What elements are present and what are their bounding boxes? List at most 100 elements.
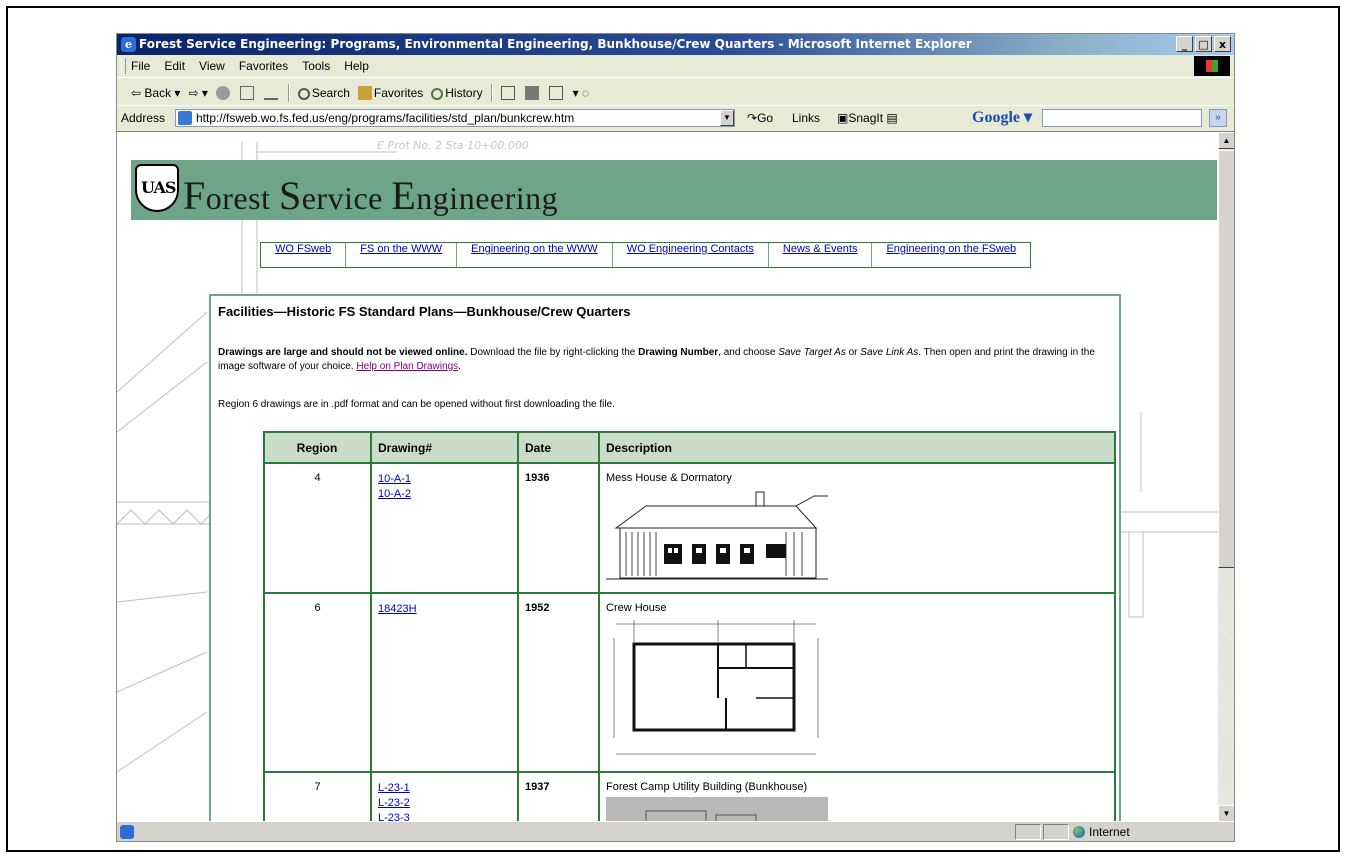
content-panel: Facilities—Historic FS Standard Plans—Bu… bbox=[209, 294, 1121, 822]
drawing-cell: L-23-1 L-23-2 L-23-3 bbox=[370, 771, 519, 822]
drawing-link[interactable]: L-23-1 bbox=[378, 781, 511, 796]
back-button[interactable]: ⇦ Back ▾ bbox=[131, 86, 180, 100]
status-pane bbox=[1043, 824, 1069, 840]
go-arrow-icon: ↷ bbox=[747, 111, 758, 125]
menu-grip bbox=[121, 58, 126, 74]
nav-engineering-on-the-www[interactable]: Engineering on the WWW bbox=[457, 243, 613, 267]
nav-wo-fsweb[interactable]: WO FSweb bbox=[261, 243, 347, 267]
forward-button[interactable]: ⇨ ▾ bbox=[188, 86, 207, 100]
drawing-link[interactable]: 18423H bbox=[378, 602, 511, 617]
region6-note: Region 6 drawings are in .pdf format and… bbox=[218, 399, 615, 410]
nav-fs-on-the-www[interactable]: FS on the WWW bbox=[346, 243, 458, 267]
maximize-button[interactable]: □ bbox=[1195, 36, 1212, 52]
date-cell: 1937 bbox=[517, 771, 600, 822]
menu-help[interactable]: Help bbox=[344, 59, 369, 73]
window-controls: _ □ x bbox=[1176, 36, 1231, 52]
menu-edit[interactable]: Edit bbox=[164, 59, 185, 73]
discuss-icon[interactable]: ▾ ◌ bbox=[573, 86, 590, 100]
title-initial-e: E bbox=[391, 173, 417, 218]
history-icon bbox=[431, 87, 444, 100]
usda-forest-service-shield-logo: UAS bbox=[135, 164, 179, 212]
favorites-button[interactable]: Favorites bbox=[357, 86, 423, 101]
intro-end: . bbox=[458, 361, 461, 372]
table-row: 6 18423H 1952 Crew House bbox=[263, 592, 1116, 773]
intro-text-1: Download the file by right-clicking the bbox=[467, 347, 639, 358]
snagit-label: SnagIt bbox=[848, 111, 884, 125]
menu-tools[interactable]: Tools bbox=[302, 59, 330, 73]
intro-save-target: Save Target As bbox=[778, 347, 846, 358]
menu-file[interactable]: File bbox=[131, 59, 150, 73]
description-text: Mess House & Dormatory bbox=[606, 472, 732, 484]
internet-globe-icon bbox=[1073, 826, 1085, 838]
address-dropdown-button[interactable]: ▼ bbox=[720, 110, 734, 126]
toolbar-separator bbox=[490, 84, 493, 102]
title-initial-s: S bbox=[278, 173, 302, 218]
intro-drawing-number: Drawing Number bbox=[638, 347, 719, 358]
drawing-link[interactable]: 10-A-1 bbox=[378, 472, 511, 487]
home-icon[interactable] bbox=[263, 86, 278, 100]
address-bar: Address http://fsweb.wo.fs.fed.us/eng/pr… bbox=[117, 105, 1234, 131]
zone-label: Internet bbox=[1089, 825, 1130, 839]
intro-save-link: Save Link As bbox=[860, 347, 919, 358]
menu-view[interactable]: View bbox=[199, 59, 225, 73]
print-icon[interactable] bbox=[524, 86, 539, 100]
site-nav: WO FSweb FS on the WWW Engineering on th… bbox=[260, 242, 1032, 268]
scroll-up-button[interactable]: ▲ bbox=[1218, 132, 1234, 149]
go-label: Go bbox=[757, 111, 774, 125]
links-button[interactable]: Links bbox=[792, 111, 820, 125]
history-button[interactable]: History bbox=[431, 86, 483, 100]
edit-icon[interactable] bbox=[548, 86, 563, 100]
google-search-input[interactable] bbox=[1042, 109, 1202, 127]
standard-toolbar: ⇦ Back ▾ ⇨ ▾ Search Favorites History ▾ … bbox=[117, 77, 1234, 106]
description-text: Forest Camp Utility Building (Bunkhouse) bbox=[606, 781, 808, 793]
mess-house-elevation-image bbox=[606, 488, 828, 584]
search-button[interactable]: Search bbox=[297, 86, 350, 100]
vertical-scrollbar[interactable]: ▲ ▼ bbox=[1218, 131, 1234, 822]
help-on-plan-drawings-link[interactable]: Help on Plan Drawings bbox=[356, 361, 458, 372]
back-label: Back bbox=[144, 86, 172, 100]
back-arrow-icon: ⇦ bbox=[131, 86, 145, 100]
table-header-row: Region Drawing# Date Description bbox=[263, 431, 1116, 464]
scroll-down-button[interactable]: ▼ bbox=[1218, 805, 1234, 822]
title-bar: e Forest Service Engineering: Programs, … bbox=[117, 34, 1234, 55]
date-cell: 1952 bbox=[517, 592, 600, 773]
snagit-button[interactable]: ▣SnagIt ▤ bbox=[837, 111, 898, 125]
go-button[interactable]: ↷Go bbox=[747, 111, 773, 125]
utility-building-drawing-image bbox=[606, 797, 828, 822]
drawing-cell: 18423H bbox=[370, 592, 519, 773]
page-viewport: E Prot No. 2 Sta 10+00.000 UAS Forest Se… bbox=[117, 131, 1218, 822]
browser-window: e Forest Service Engineering: Programs, … bbox=[116, 33, 1235, 842]
nav-news-events[interactable]: News & Events bbox=[769, 243, 873, 267]
drawing-link[interactable]: L-23-2 bbox=[378, 796, 511, 811]
status-bar: Internet bbox=[117, 821, 1234, 841]
table-row: 4 10-A-1 10-A-2 1936 Mess House & Dormat… bbox=[263, 462, 1116, 594]
intro-or: or bbox=[845, 347, 861, 358]
window-title: Forest Service Engineering: Programs, En… bbox=[139, 37, 972, 51]
col-description: Description bbox=[598, 431, 1116, 464]
nav-wo-engineering-contacts[interactable]: WO Engineering Contacts bbox=[613, 243, 769, 267]
google-toolbar-logo[interactable]: Google ▾ bbox=[972, 107, 1032, 127]
page-icon bbox=[178, 111, 192, 125]
page-status-icon bbox=[120, 825, 134, 839]
security-zone: Internet bbox=[1073, 825, 1130, 839]
menu-favorites[interactable]: Favorites bbox=[239, 59, 288, 73]
address-label: Address bbox=[121, 111, 166, 125]
status-panes bbox=[1015, 824, 1069, 840]
col-drawing: Drawing# bbox=[370, 431, 519, 464]
toolbar-more-button[interactable]: » bbox=[1209, 109, 1227, 127]
address-input[interactable]: http://fsweb.wo.fs.fed.us/eng/programs/f… bbox=[175, 109, 735, 127]
nav-engineering-on-the-fsweb[interactable]: Engineering on the FSweb bbox=[872, 243, 1030, 267]
title-part-3: ngineering bbox=[416, 180, 559, 216]
title-part-2: ervice bbox=[301, 180, 392, 216]
intro-paragraph: Drawings are large and should not be vie… bbox=[218, 346, 1111, 374]
date-cell: 1936 bbox=[517, 462, 600, 594]
refresh-icon[interactable] bbox=[239, 86, 254, 100]
minimize-button[interactable]: _ bbox=[1176, 36, 1193, 52]
stop-icon[interactable] bbox=[215, 86, 230, 100]
menu-bar: File Edit View Favorites Tools Help bbox=[117, 55, 1234, 77]
favorites-icon bbox=[357, 86, 372, 101]
close-button[interactable]: x bbox=[1214, 36, 1231, 52]
scroll-thumb[interactable] bbox=[1218, 150, 1234, 568]
drawing-link[interactable]: 10-A-2 bbox=[378, 487, 511, 502]
mail-icon[interactable] bbox=[500, 86, 515, 100]
